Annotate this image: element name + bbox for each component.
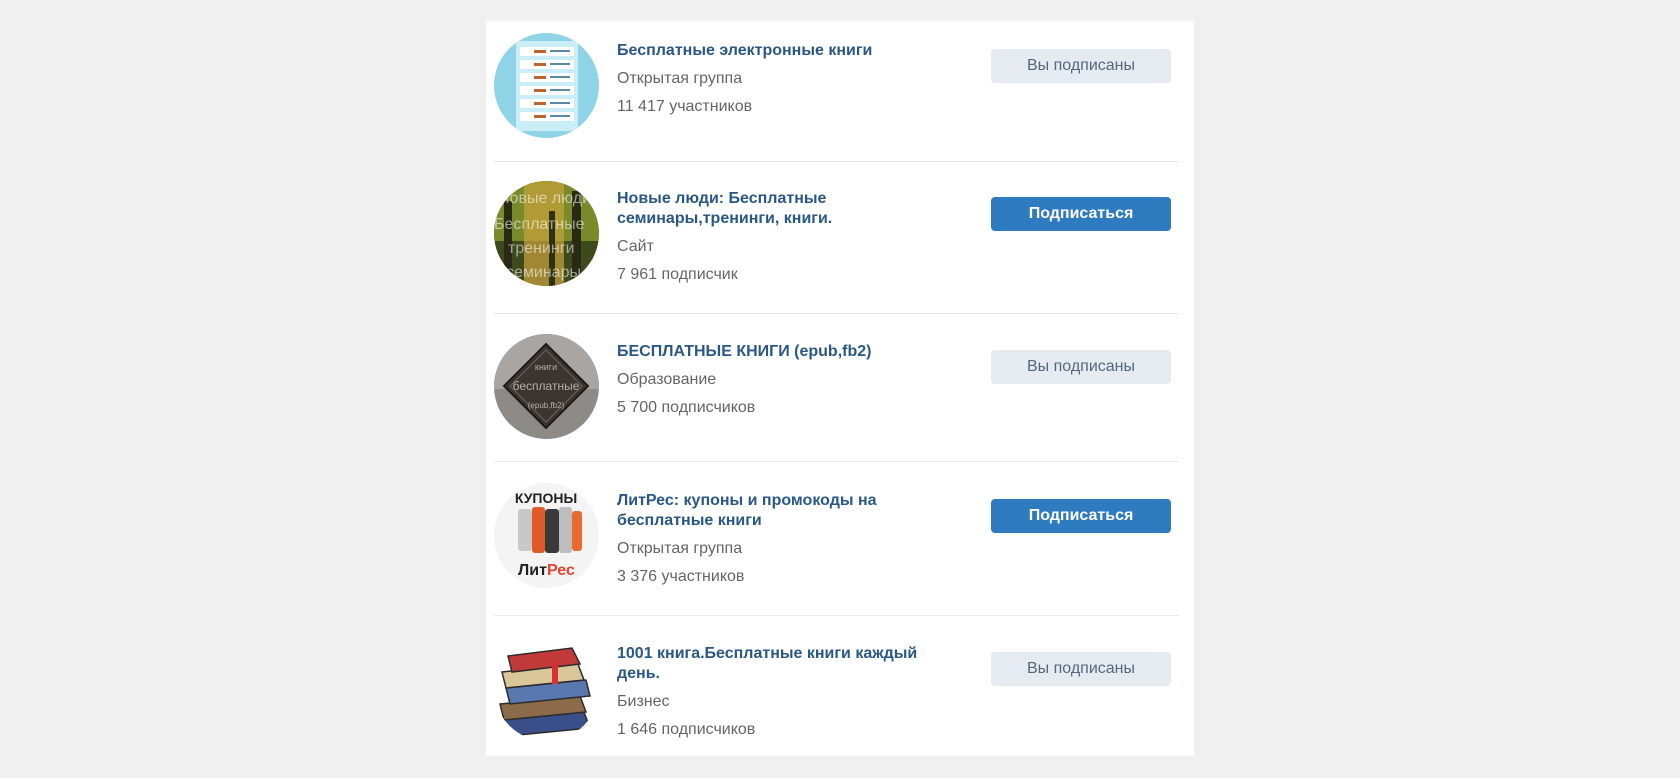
litres-books-avatar[interactable]: КУПОНЫ Лит Рес [494,483,599,588]
community-type: Бизнес [617,693,670,710]
community-type: Открытая группа [617,70,743,87]
svg-text:семинары: семинары [506,264,581,281]
community-type: Сайт [617,238,654,255]
community-info: Бесплатные электронные книги Открытая гр… [617,33,957,117]
member-count: 7 961 подписчик [617,266,738,283]
svg-text:бесплатные: бесплатные [513,379,580,393]
subscribed-button[interactable]: Вы подписаны [991,350,1171,384]
litres-brand-a: Лит [518,562,547,579]
svg-text:(epub,fb2): (epub,fb2) [528,401,565,410]
litres-top-text: КУПОНЫ [515,490,577,506]
list-item: Новые люди Бесплатные тренинги семинары … [494,181,1179,286]
community-type: Образование [617,371,717,388]
svg-text:тренинги: тренинги [508,240,575,257]
community-title[interactable]: ЛитРес: купоны и промокоды на бесплатные… [617,491,957,531]
community-info: 1001 книга.Бесплатные книги каждый день.… [617,636,957,740]
divider [494,161,1179,162]
community-type: Открытая группа [617,540,743,557]
svg-text:Новые люди: Новые люди [498,190,591,207]
litres-brand-b: Рес [547,562,575,579]
subscribed-button[interactable]: Вы подписаны [991,652,1171,686]
member-count: 1 646 подписчиков [617,721,756,738]
list-item: Бесплатные электронные книги Открытая гр… [494,33,1179,138]
svg-text:Бесплатные: Бесплатные [494,216,585,233]
member-count: 3 376 участников [617,568,745,585]
subscribe-button[interactable]: Подписаться [991,499,1171,533]
community-title[interactable]: Бесплатные электронные книги [617,41,957,61]
list-item: 1001 книга.Бесплатные книги каждый день.… [494,636,1179,741]
member-count: 5 700 подписчиков [617,399,756,416]
diamond-logo-avatar[interactable]: книги бесплатные (epub,fb2) [494,334,599,439]
divider [494,313,1179,314]
community-title[interactable]: БЕСПЛАТНЫЕ КНИГИ (epub,fb2) [617,342,957,362]
community-info: ЛитРес: купоны и промокоды на бесплатные… [617,483,957,587]
subscribe-button[interactable]: Подписаться [991,197,1171,231]
svg-text:книги: книги [535,362,557,372]
divider [494,461,1179,462]
communities-list: Бесплатные электронные книги Открытая гр… [486,21,1194,756]
community-title[interactable]: Новые люди: Бесплатные семинары,тренинги… [617,189,957,229]
list-item: КУПОНЫ Лит Рес ЛитРес: купоны и промокод… [494,483,1179,588]
member-count: 11 417 участников [617,98,753,115]
community-info: Новые люди: Бесплатные семинары,тренинги… [617,181,957,285]
book-stack-avatar[interactable] [494,636,599,741]
forest-avatar[interactable]: Новые люди Бесплатные тренинги семинары [494,181,599,286]
community-info: БЕСПЛАТНЫЕ КНИГИ (epub,fb2) Образование … [617,334,957,418]
community-title[interactable]: 1001 книга.Бесплатные книги каждый день. [617,644,957,684]
subscribed-button[interactable]: Вы подписаны [991,49,1171,83]
divider [494,615,1179,616]
ebook-list-avatar[interactable] [494,33,599,138]
list-item: книги бесплатные (epub,fb2) БЕСПЛАТНЫЕ К… [494,334,1179,439]
